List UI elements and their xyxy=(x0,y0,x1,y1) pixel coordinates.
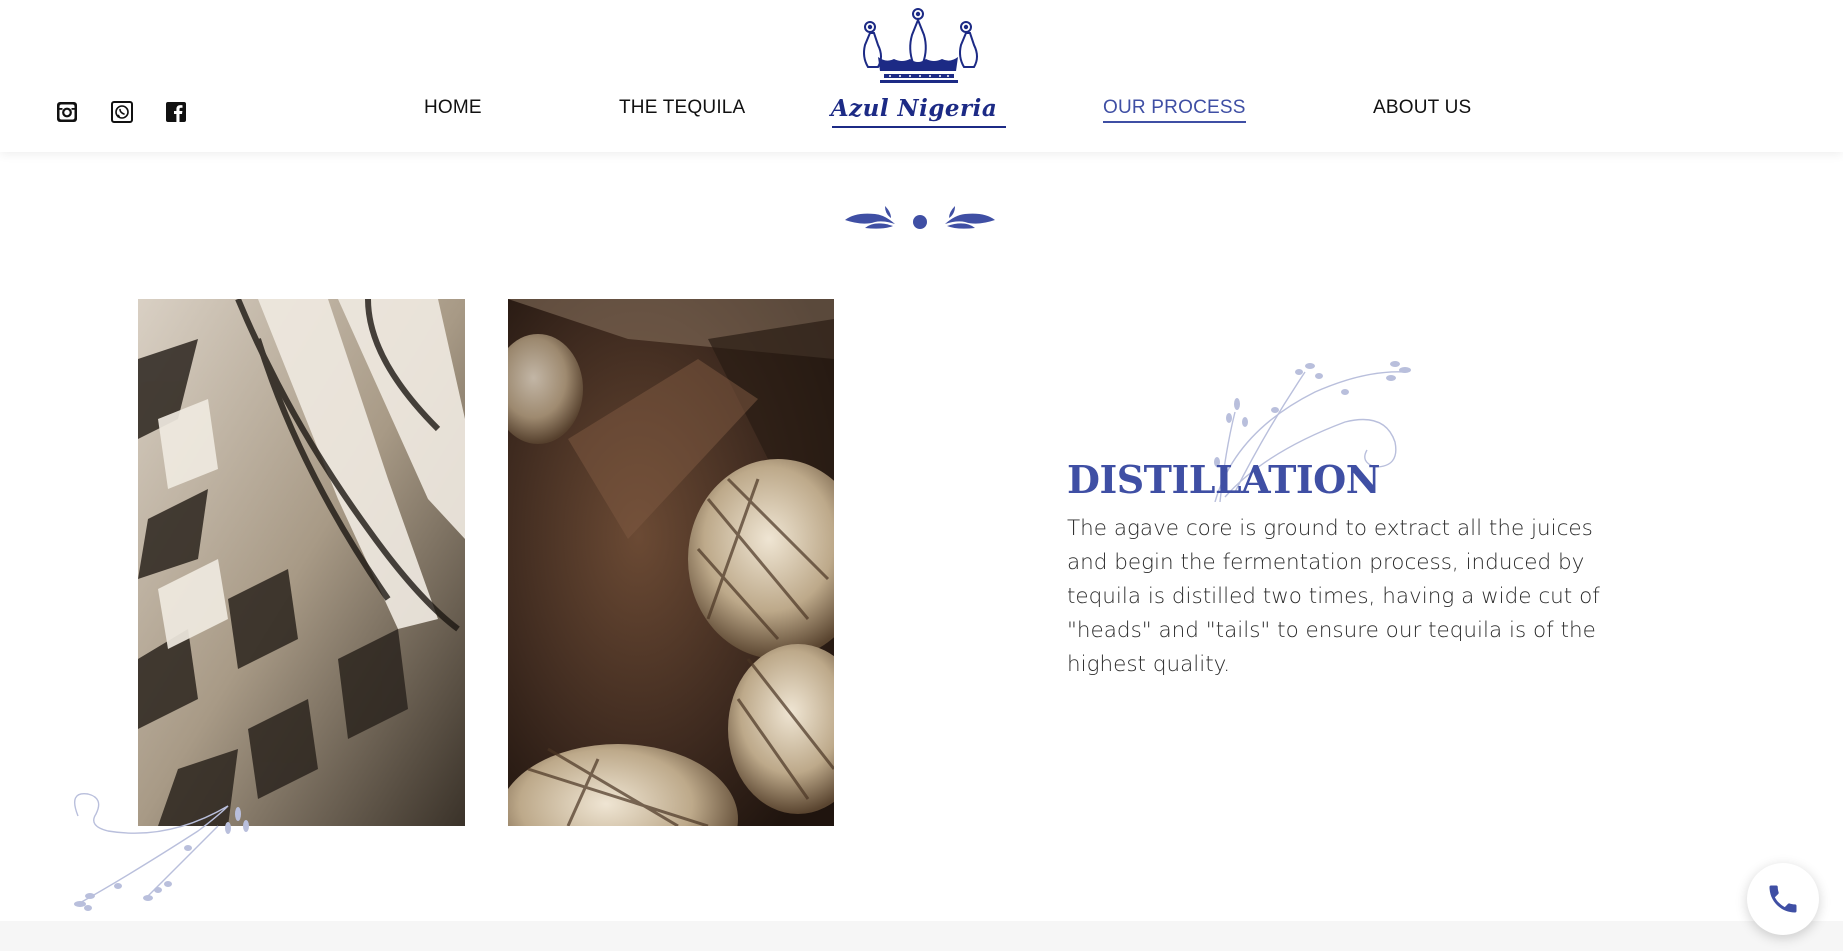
section-body: The agave core is ground to extract all … xyxy=(1067,516,1600,677)
brand-name: Azul Nigeria xyxy=(830,95,998,122)
phone-icon xyxy=(1769,885,1797,913)
whatsapp-icon[interactable] xyxy=(110,100,134,124)
call-button[interactable] xyxy=(1747,863,1819,935)
nav-home[interactable]: HOME xyxy=(424,97,482,119)
nav-about-us[interactable]: ABOUT US xyxy=(1373,97,1471,119)
brand-logo[interactable]: Azul Nigeria xyxy=(826,5,1012,129)
brand-underline xyxy=(832,126,1006,128)
nav-our-process[interactable]: OUR PROCESS xyxy=(1103,97,1246,123)
instagram-icon[interactable] xyxy=(55,100,79,124)
site-header: HOME THE TEQUILA OUR PROCESS ABOUT US Az… xyxy=(0,0,1843,152)
footer-strip xyxy=(0,921,1843,951)
section-title: DISTILLATION xyxy=(1067,457,1380,502)
crown-icon xyxy=(863,8,978,83)
facebook-icon[interactable] xyxy=(164,100,188,124)
nav-the-tequila[interactable]: THE TEQUILA xyxy=(619,97,745,119)
agave-fiber-photo xyxy=(138,299,465,826)
ornament-divider xyxy=(845,206,995,229)
floral-flourish-icon xyxy=(74,792,249,911)
agave-pinas-photo xyxy=(508,299,834,826)
